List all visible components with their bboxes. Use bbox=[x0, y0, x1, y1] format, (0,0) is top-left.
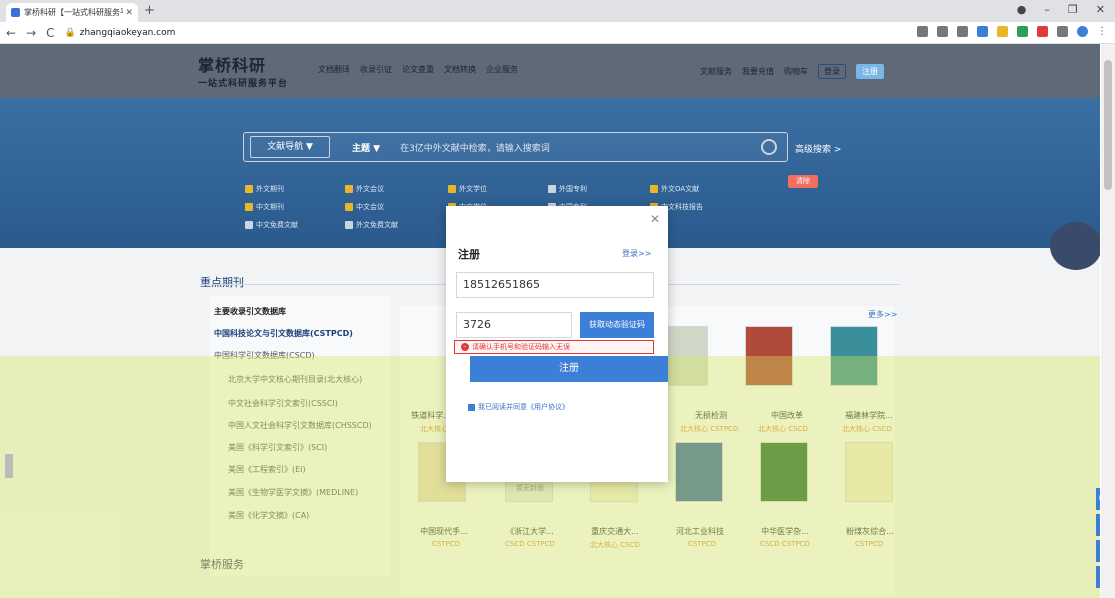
filter-checkbox[interactable]: 外国专利 bbox=[548, 184, 587, 194]
side-toolbar: ⛟ ✎ ↑ ⌂ bbox=[1096, 488, 1100, 592]
filter-checkbox[interactable]: 外文免费文献 bbox=[345, 220, 398, 230]
puzzle-icon[interactable] bbox=[1057, 26, 1068, 37]
menu-icon[interactable]: ⋮ bbox=[1097, 26, 1107, 37]
section-title: 重点期刊 bbox=[200, 276, 244, 289]
verification-code-input[interactable]: 3726 bbox=[456, 312, 572, 338]
nav-item[interactable]: 购物车 bbox=[784, 66, 808, 77]
filter-checkbox[interactable]: 中文期刊 bbox=[245, 202, 284, 212]
search-icon[interactable] bbox=[761, 139, 777, 155]
scrollbar-thumb[interactable] bbox=[1104, 60, 1112, 190]
nav-item[interactable]: 文献服务 bbox=[700, 66, 732, 77]
star-icon[interactable] bbox=[957, 26, 968, 37]
error-text: 请确认手机号和验证码输入无误 bbox=[472, 343, 570, 351]
filter-checkbox[interactable]: 外文OA文献 bbox=[650, 184, 699, 194]
get-code-button[interactable]: 获取动态验证码 bbox=[580, 312, 654, 338]
site-logo[interactable]: 掌桥科研 一站式科研服务平台 bbox=[198, 52, 308, 92]
phone-input[interactable]: 18512651865 bbox=[456, 272, 654, 298]
checkbox-icon[interactable] bbox=[468, 403, 475, 411]
main-nav: 文档翻译 收录引证 论文查重 文档转换 企业服务 bbox=[318, 64, 518, 75]
filter-checkbox[interactable]: 中文免费文献 bbox=[245, 220, 298, 230]
forward-icon[interactable]: → bbox=[26, 26, 36, 40]
new-tab-button[interactable]: + bbox=[144, 3, 155, 18]
profile-icon[interactable]: ● bbox=[1017, 3, 1027, 16]
clear-button[interactable]: 清除 bbox=[788, 175, 818, 188]
close-tab-icon[interactable]: ✕ bbox=[125, 8, 133, 18]
extension-icon[interactable] bbox=[977, 26, 988, 37]
site-favicon-icon bbox=[11, 8, 20, 17]
logo-main: 掌桥科研 bbox=[198, 56, 267, 75]
maximize-button[interactable]: ❐ bbox=[1068, 3, 1078, 16]
nav-item[interactable]: 文档转换 bbox=[444, 64, 476, 75]
filter-checkbox[interactable]: 外文学位 bbox=[448, 184, 487, 194]
logo-sub: 一站式科研服务平台 bbox=[198, 79, 289, 89]
nav-item[interactable]: 企业服务 bbox=[486, 64, 518, 75]
left-edge-tab[interactable] bbox=[5, 454, 13, 478]
url-text: zhangqiaokeyan.com bbox=[79, 27, 176, 38]
url-field[interactable]: 🔒 zhangqiaokeyan.com bbox=[65, 28, 176, 38]
close-icon[interactable]: ✕ bbox=[650, 212, 660, 226]
chat-robot-icon[interactable] bbox=[1050, 222, 1100, 270]
web-page: 掌桥科研 一站式科研服务平台 文档翻译 收录引证 论文查重 文档转换 企业服务 … bbox=[0, 44, 1100, 598]
error-message: – 请确认手机号和验证码输入无误 bbox=[454, 340, 654, 354]
lock-icon: 🔒 bbox=[64, 27, 76, 38]
nav-item[interactable]: 文档翻译 bbox=[318, 64, 350, 75]
tab-title: 掌桥科研【一站式科研服务平台】 bbox=[24, 8, 123, 17]
back-icon[interactable]: ← bbox=[6, 26, 16, 40]
register-button[interactable]: 注册 bbox=[856, 64, 884, 79]
site-header bbox=[0, 44, 1100, 98]
agreement-text[interactable]: 我已阅读并同意《用户协议》 bbox=[478, 402, 569, 412]
extension-icon[interactable] bbox=[997, 26, 1008, 37]
back-to-top-icon[interactable]: ↑ bbox=[1096, 540, 1100, 562]
list-item[interactable]: 中国科技论文与引文数据库(CSTPCD) bbox=[214, 328, 353, 339]
extension-icon[interactable] bbox=[1017, 26, 1028, 37]
register-submit-button[interactable]: 注册 bbox=[470, 356, 668, 382]
right-nav: 文献服务 我要充值 购物车 登录 注册 bbox=[700, 64, 884, 79]
agreement-checkbox[interactable]: 我已阅读并同意《用户协议》 bbox=[468, 402, 569, 412]
filter-checkbox[interactable]: 外文期刊 bbox=[245, 184, 284, 194]
modal-title: 注册 bbox=[458, 248, 480, 261]
nav-item[interactable]: 收录引证 bbox=[360, 64, 392, 75]
list-heading: 主要收录引文数据库 bbox=[214, 307, 286, 316]
zoom-icon[interactable] bbox=[937, 26, 948, 37]
advanced-search-link[interactable]: 高级搜索 > bbox=[795, 142, 841, 155]
search-bar: 文献导航 ▼ 主题 ▼ 在3亿中外文献中检索，请输入搜索词 bbox=[243, 132, 788, 162]
subject-dropdown[interactable]: 主题 ▼ bbox=[352, 141, 380, 154]
filter-checkbox[interactable]: 外文会议 bbox=[345, 184, 384, 194]
close-window-button[interactable]: ✕ bbox=[1096, 3, 1105, 16]
browser-tab-bar bbox=[0, 0, 1115, 22]
filter-checkbox[interactable]: 中文会议 bbox=[345, 202, 384, 212]
window-controls: ● – ❐ ✕ bbox=[1017, 3, 1105, 16]
home-icon[interactable]: ⌂ bbox=[1096, 566, 1100, 588]
nav-item[interactable]: 我要充值 bbox=[742, 66, 774, 77]
search-input[interactable]: 在3亿中外文献中检索，请输入搜索词 bbox=[400, 141, 761, 154]
browser-tab[interactable]: 掌桥科研【一站式科研服务平台】 ✕ bbox=[6, 3, 138, 22]
login-link[interactable]: 登录>> bbox=[622, 248, 651, 259]
minimize-button[interactable]: – bbox=[1044, 3, 1050, 16]
feedback-icon[interactable]: ✎ bbox=[1096, 514, 1100, 536]
cart-icon[interactable]: ⛟ bbox=[1096, 488, 1100, 510]
translate-icon[interactable] bbox=[917, 26, 928, 37]
reload-icon[interactable]: C bbox=[46, 26, 54, 40]
login-button[interactable]: 登录 bbox=[818, 64, 846, 79]
nav-item[interactable]: 论文查重 bbox=[402, 64, 434, 75]
extension-icon[interactable] bbox=[1037, 26, 1048, 37]
db-nav-dropdown[interactable]: 文献导航 ▼ bbox=[250, 136, 330, 158]
extension-icons: ⋮ bbox=[917, 26, 1107, 37]
error-icon: – bbox=[461, 343, 469, 351]
more-link[interactable]: 更多>> bbox=[868, 309, 897, 320]
register-modal: ✕ 注册 登录>> 18512651865 3726 获取动态验证码 – 请确认… bbox=[446, 206, 668, 482]
avatar-icon[interactable] bbox=[1077, 26, 1088, 37]
